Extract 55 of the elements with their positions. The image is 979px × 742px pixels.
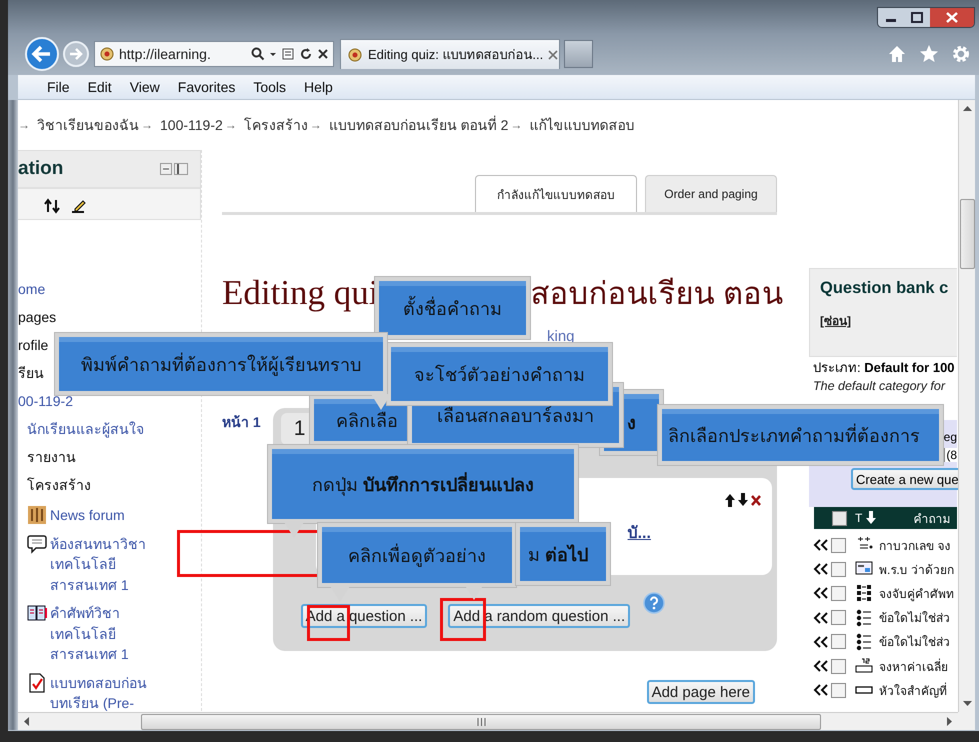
question-name: กาบวกเลข จง	[879, 538, 950, 555]
add-page-button[interactable]: Add page here	[646, 680, 755, 704]
question-name: จงหาค่าเฉลี่ย	[879, 658, 948, 676]
question-name: พ.ร.บ ว่าด้วยก	[879, 562, 954, 579]
category-label: eg	[944, 430, 957, 444]
menu-item[interactable]: Edit	[78, 79, 121, 95]
browser-tab[interactable]: Editing quiz: แบบทดสอบก่อน...	[340, 39, 560, 69]
question-name: จงจับคู่คำศัพท	[879, 586, 954, 603]
nav-item[interactable]: โครงสร้าง	[27, 471, 91, 499]
page-heading: สอบก่อนเรียน ตอน	[530, 275, 784, 313]
question-link[interactable]: บั...	[628, 520, 651, 545]
breadcrumb-link[interactable]: วิชาเรียนของฉัน	[37, 114, 139, 136]
question-name: หัวใจสำคัญที่	[879, 682, 947, 700]
page-label: หน้า 1	[222, 413, 262, 432]
callout: จะโชว์ตัวอย่างคำถาม	[387, 343, 612, 405]
block-title: ation	[18, 158, 64, 180]
tab[interactable]: กำลังแก้ไขแบบทดสอบ	[475, 175, 637, 212]
breadcrumb-arrow: →	[224, 118, 237, 132]
breadcrumb-arrow: →	[510, 118, 522, 132]
breadcrumb-arrow: →	[141, 118, 153, 132]
column-header[interactable]: คำถาม	[913, 508, 950, 528]
breadcrumb-link[interactable]: แก้ไขแบบทดสอบ	[529, 114, 634, 136]
address-field[interactable]: http://ilearning.	[94, 41, 334, 67]
nav-link[interactable]: แบบทดสอบก่อน บทเรียน (Pre-	[50, 666, 160, 712]
menu-item[interactable]: File	[38, 79, 79, 95]
nav-link[interactable]: News forum	[50, 499, 160, 528]
menu-item[interactable]: Favorites	[168, 79, 244, 95]
nav-link[interactable]: คำศัพท์วิชา เทคโนโลยี สารสนเทศ 1	[50, 597, 160, 666]
menu-item[interactable]: Help	[295, 79, 342, 95]
nav-item[interactable]: รียน	[18, 359, 44, 387]
nav-link[interactable]: ome	[18, 275, 46, 303]
tab[interactable]: Order and paging	[645, 175, 777, 212]
callout: ตั้งชื่อคำถาม	[375, 277, 530, 339]
breadcrumb-arrow: →	[18, 118, 30, 132]
panel-title: Question bank c	[820, 279, 950, 298]
create-question-button[interactable]: Create a new que	[851, 468, 958, 490]
nav-link[interactable]: ห้องสนทนาวิชา เทคโนโลยี สารสนเทศ 1	[50, 528, 160, 597]
category-select[interactable]: (8	[944, 448, 957, 462]
breadcrumb-link[interactable]: แบบทดสอบก่อนเรียน ตอนที่ 2	[328, 114, 508, 136]
breadcrumb-arrow: →	[310, 118, 322, 132]
menu-item[interactable]: View	[120, 79, 169, 95]
category-description: The default category for	[813, 378, 946, 395]
callout: ลิกเลือกประเภทคำถามที่ต้องการ	[658, 405, 943, 465]
breadcrumb-link[interactable]: 100-119-2	[160, 117, 223, 133]
hide-link[interactable]: [ซ่อน]	[820, 311, 851, 330]
nav-item[interactable]: รายงาน	[27, 443, 76, 471]
question-name: ข้อใดไม่ใช่ส่ว	[879, 634, 950, 652]
nav-item[interactable]: pages	[18, 303, 56, 331]
breadcrumb-link[interactable]: โครงสร้าง	[244, 114, 308, 136]
menu-item[interactable]: Tools	[244, 79, 296, 95]
category-text: ประเภท: Default for 100	[813, 360, 955, 375]
column-header[interactable]: T	[855, 511, 862, 525]
nav-link[interactable]: นักเรียนและผู้สนใจ	[27, 415, 144, 443]
question-name: ข้อใดไม่ใช่ส่ว	[879, 610, 950, 628]
nav-item[interactable]: rofile	[18, 331, 48, 359]
